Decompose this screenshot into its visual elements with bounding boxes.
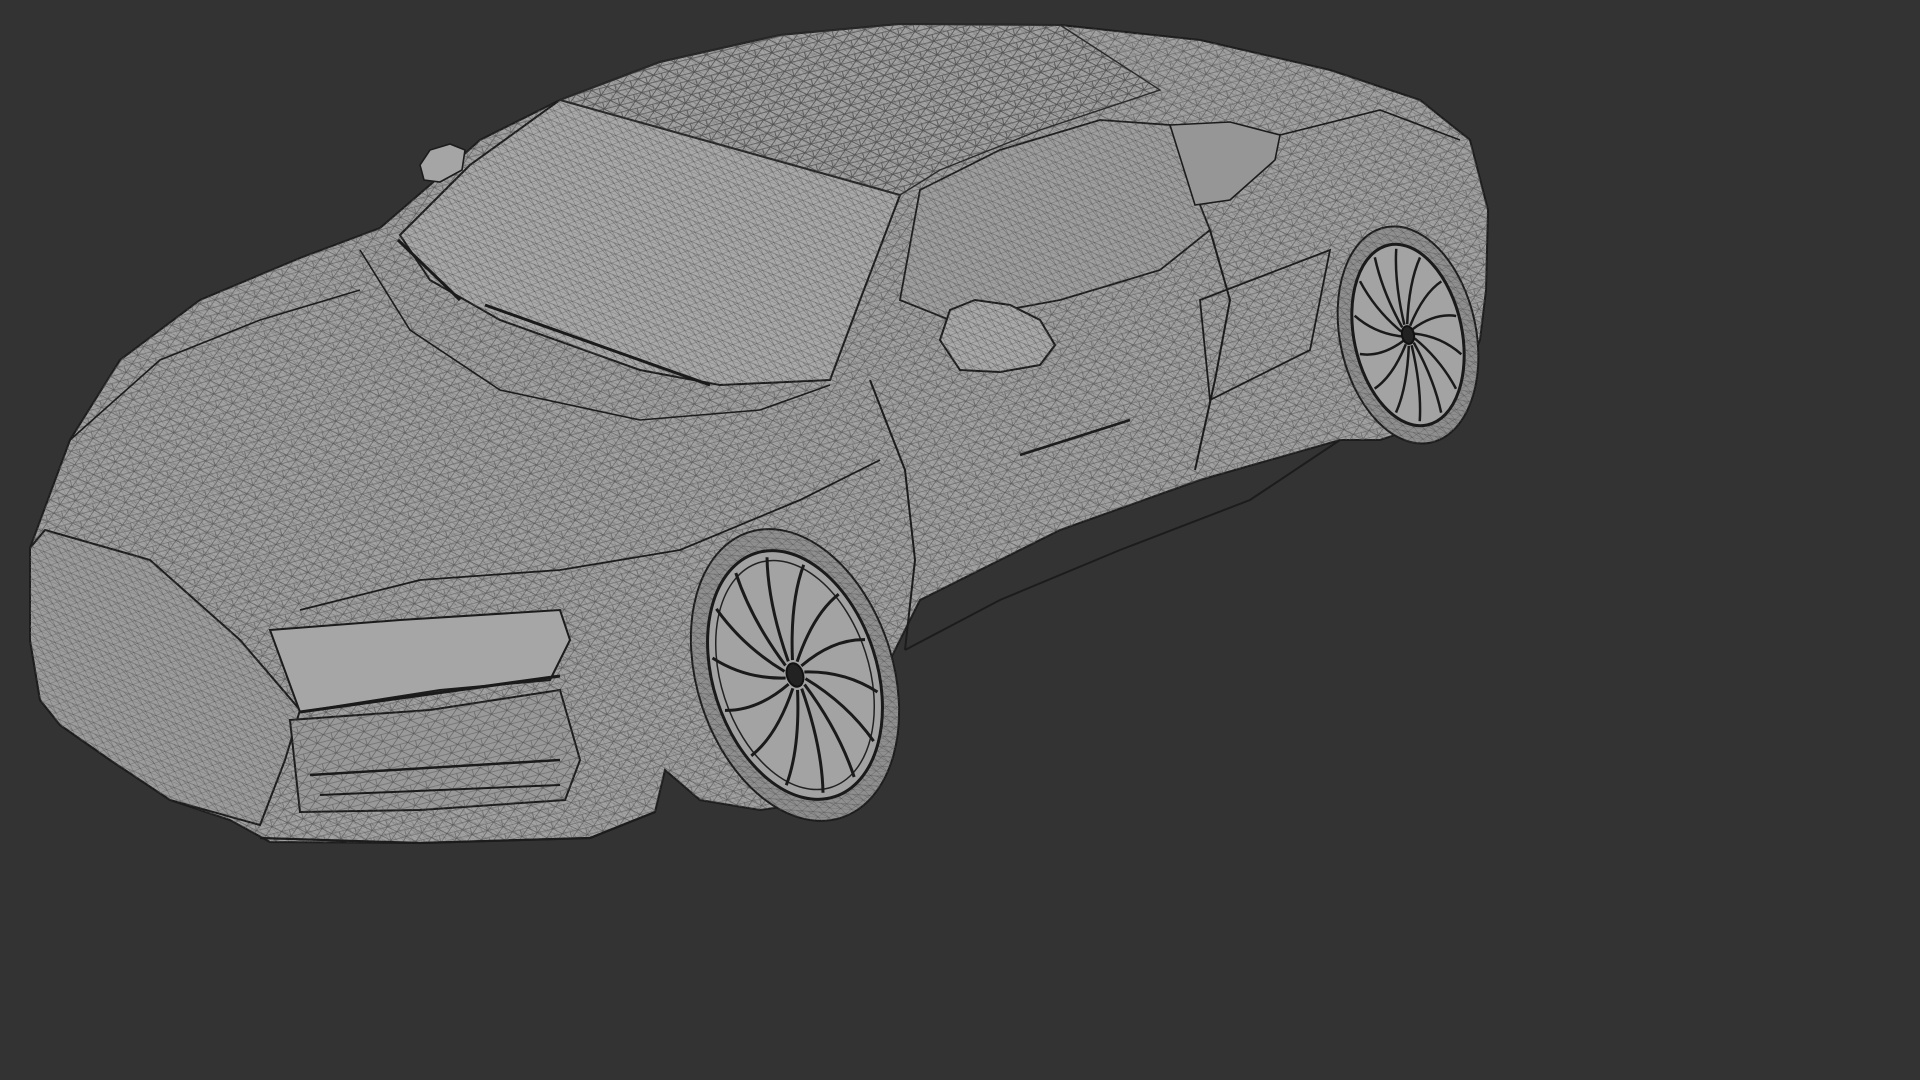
wireframe-car-model[interactable]	[0, 0, 1568, 882]
3d-viewport[interactable]	[0, 0, 1568, 882]
